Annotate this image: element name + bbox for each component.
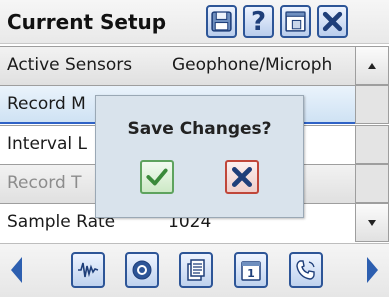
close-button[interactable]	[317, 5, 348, 38]
calendar-day-label: 1	[247, 267, 255, 280]
triangle-up-icon	[368, 62, 376, 69]
header-bar: Current Setup ?	[0, 0, 389, 44]
row-label: Record T	[7, 173, 82, 193]
seal-icon	[132, 260, 152, 280]
seal-button[interactable]	[125, 252, 159, 288]
save-changes-dialog: Save Changes?	[95, 95, 304, 218]
previous-arrow-icon[interactable]	[8, 255, 24, 285]
row-value: Geophone/Microph	[172, 55, 333, 75]
exit-button[interactable]	[280, 5, 311, 38]
phone-button[interactable]	[289, 252, 323, 288]
help-icon: ?	[250, 6, 267, 37]
calendar-button[interactable]: 1	[234, 252, 268, 288]
scrollbar-track[interactable]	[355, 164, 389, 203]
scroll-down-button[interactable]	[355, 203, 389, 242]
page-title: Current Setup	[7, 10, 167, 34]
list-item-active-sensors[interactable]: Active Sensors Geophone/Microph	[0, 46, 355, 85]
dialog-title: Save Changes?	[127, 119, 272, 139]
save-disk-icon	[211, 11, 232, 32]
documents-icon	[187, 259, 205, 281]
footer-toolbar: 1	[0, 243, 389, 297]
save-button[interactable]	[206, 5, 237, 38]
cancel-x-icon	[231, 166, 253, 188]
help-button[interactable]: ?	[243, 5, 274, 38]
waveform-button[interactable]	[71, 252, 105, 288]
phone-icon	[296, 260, 315, 280]
row-label: Record M	[7, 94, 86, 114]
calendar-icon: 1	[241, 261, 261, 281]
close-icon	[322, 11, 343, 32]
waveform-icon	[78, 262, 99, 278]
scroll-up-button[interactable]	[355, 46, 389, 85]
cancel-button[interactable]	[225, 160, 259, 194]
scrollbar-track[interactable]	[355, 85, 389, 124]
exit-window-icon	[285, 11, 306, 32]
checkmark-icon	[146, 168, 168, 186]
next-arrow-icon[interactable]	[365, 255, 381, 285]
triangle-down-icon	[368, 219, 376, 226]
row-label: Interval L	[7, 134, 87, 154]
row-label: Active Sensors	[7, 55, 133, 75]
scrollbar-track[interactable]	[355, 125, 389, 164]
documents-button[interactable]	[179, 252, 213, 288]
confirm-button[interactable]	[140, 160, 174, 194]
